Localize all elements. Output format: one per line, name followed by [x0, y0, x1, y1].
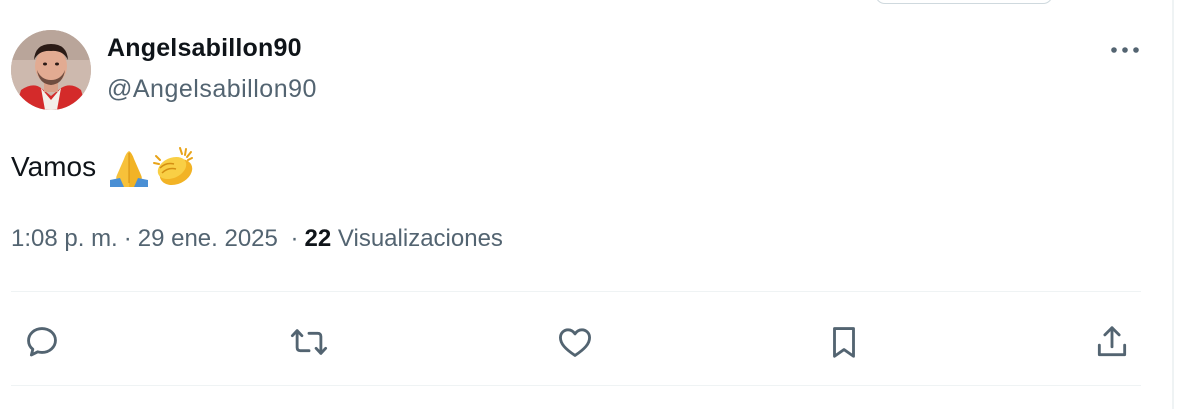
repost-button[interactable] [283, 316, 335, 368]
divider [11, 291, 1141, 292]
author-handle[interactable]: @Angelsabillon90 [107, 75, 317, 104]
reply-icon [27, 327, 57, 357]
author-display-name[interactable]: Angelsabillon90 [107, 34, 302, 63]
post-text-content: Vamos [11, 151, 97, 182]
post-time-link[interactable]: 1:08 p. m. · 29 ene. 2025 [11, 225, 285, 252]
meta-separator: · [123, 225, 132, 252]
more-options-icon[interactable] [1108, 40, 1142, 60]
share-icon [1097, 326, 1127, 357]
bookmark-icon [833, 327, 855, 358]
meta-separator: · [290, 225, 299, 252]
like-icon [559, 328, 591, 357]
repost-icon [290, 329, 328, 355]
bookmark-button[interactable] [818, 316, 870, 368]
top-button-edge[interactable] [875, 0, 1053, 4]
post-date: 29 ene. 2025 [137, 225, 278, 252]
post-time: 1:08 p. m. [11, 225, 118, 252]
reply-button[interactable] [16, 316, 68, 368]
column-divider [1172, 0, 1174, 409]
action-bar [0, 316, 1172, 368]
folded-hands-emoji-icon [110, 151, 149, 187]
like-button[interactable] [549, 316, 601, 368]
profile-photo-icon [11, 30, 91, 110]
share-button[interactable] [1086, 316, 1138, 368]
divider [11, 385, 1141, 386]
avatar[interactable] [11, 30, 91, 110]
clapping-hands-emoji-icon [153, 147, 194, 186]
views-count: 22 [304, 225, 332, 252]
post-text: Vamos [11, 146, 200, 188]
post-meta: 1:08 p. m. · 29 ene. 2025 · 22 Visualizacio… [11, 225, 503, 253]
post-emojis [108, 146, 200, 188]
views-label: Visualizaciones [337, 225, 503, 252]
